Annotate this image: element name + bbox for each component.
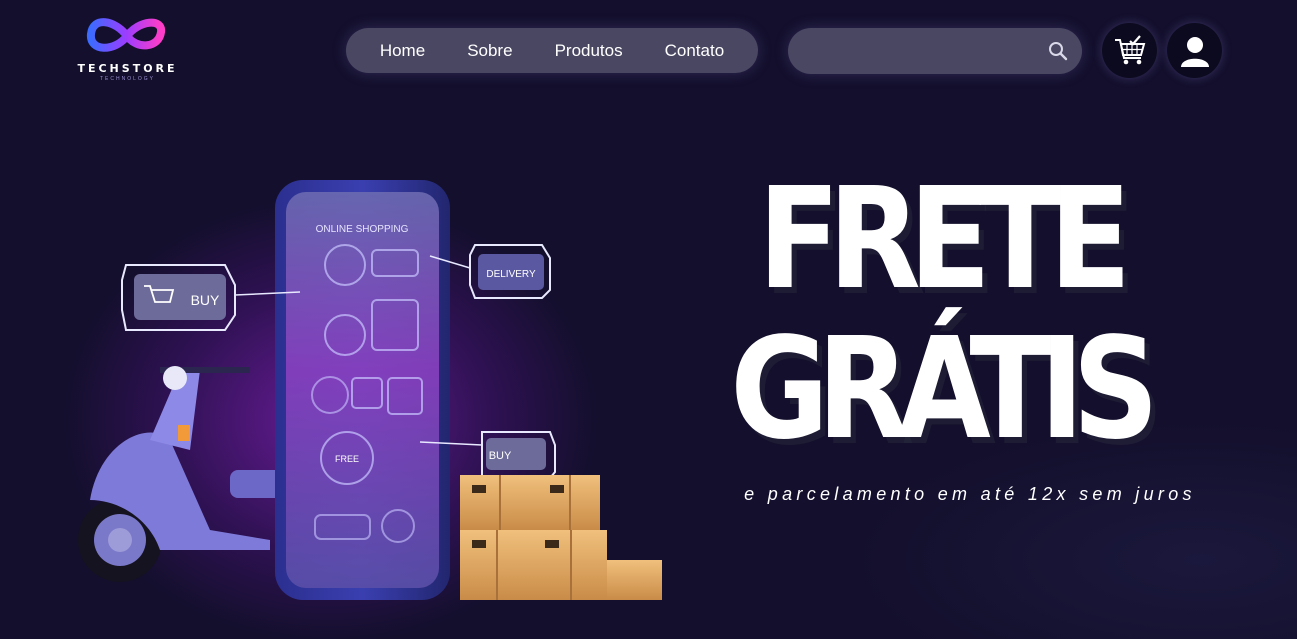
search-icon[interactable] [1048,41,1068,61]
truck-label: FREE [335,454,359,464]
badge-buy-label: BUY [191,292,220,308]
cart-button[interactable] [1102,23,1157,78]
nav-home[interactable]: Home [359,28,446,73]
headline-line-2: GRÁTIS [730,308,1159,471]
infinity-logo-icon [87,18,165,52]
main-nav: Home Sobre Produtos Contato [346,28,758,73]
hero-headline: FRETE GRÁTIS [715,165,1162,465]
buy-badge: BUY [121,264,301,331]
nav-contato[interactable]: Contato [644,28,746,73]
brand-name: TECHSTORE [77,62,178,75]
phone-graphic: ONLINE SHOPPING FREE [275,180,450,600]
search-bar [788,28,1082,76]
user-account-button[interactable] [1167,23,1222,78]
nav-sobre[interactable]: Sobre [446,28,533,73]
badge-buy-small-label: BUY [489,450,512,462]
boxes-graphic [460,475,662,600]
brand-logo[interactable]: TECHSTORE TECHNOLOGY [75,10,180,85]
badge-delivery-label: DELIVERY [486,269,536,280]
hero-subline: e parcelamento em até 12x sem juros [744,484,1196,504]
delivery-illustration: ONLINE SHOPPING FREE BUY DELIVERY BUY [78,180,662,600]
nav-produtos[interactable]: Produtos [534,28,644,73]
search-input[interactable] [802,28,1046,76]
brand-tagline: TECHNOLOGY [99,76,155,82]
user-icon [1180,36,1209,67]
shopping-cart-icon [1114,34,1145,64]
headline-line-1: FRETE [757,158,1131,321]
screen-title: ONLINE SHOPPING [316,224,409,235]
